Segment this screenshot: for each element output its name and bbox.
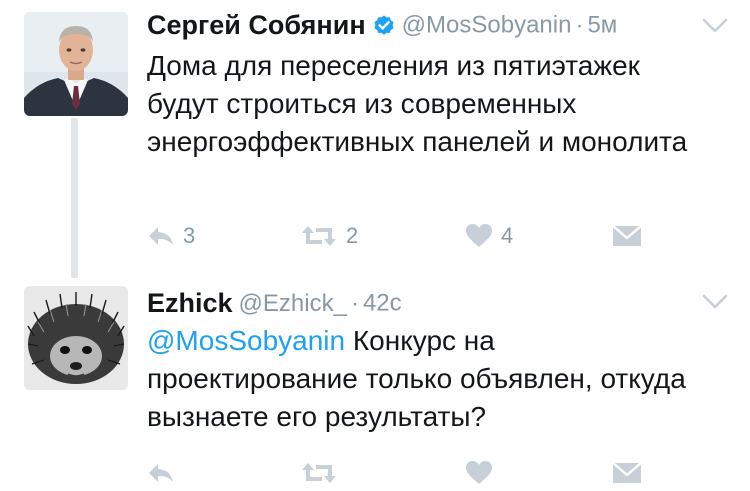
author-handle[interactable]: @Ezhick_ (239, 290, 347, 317)
envelope-icon (612, 225, 642, 246)
like-count: 4 (501, 223, 514, 248)
direct-message-button[interactable] (612, 218, 642, 254)
retweet-icon (302, 463, 336, 483)
chevron-down-icon[interactable] (702, 294, 728, 310)
like-button[interactable]: 4 (465, 218, 513, 254)
verified-badge-icon (374, 15, 394, 35)
avatar-ezhick[interactable] (24, 286, 128, 390)
separator-dot: · (575, 11, 584, 39)
retweet-icon (302, 226, 336, 246)
tweet-text: @MosSobyanin Конкурс на проектирование т… (147, 322, 690, 436)
reply-button[interactable]: 3 (147, 218, 195, 254)
retweet-button[interactable]: 2 (300, 218, 358, 254)
retweet-count: 2 (346, 223, 359, 248)
heart-icon (466, 224, 492, 247)
direct-message-button[interactable] (612, 455, 642, 491)
envelope-icon (612, 462, 642, 483)
author-name[interactable]: Ezhick (147, 288, 233, 318)
separator-dot: · (350, 289, 359, 317)
tweet-header: Ezhick @Ezhick_ · 42с (147, 288, 402, 319)
tweet-ezhick[interactable]: Ezhick @Ezhick_ · 42с @MosSobyanin Конкурс … (0, 280, 750, 490)
avatar-sobyanin[interactable] (24, 12, 128, 116)
tweet-text: Дома для переселения из пятиэтажек будут… (147, 50, 688, 157)
tweet-timestamp[interactable]: 42с (363, 290, 402, 317)
tweet-header: Сергей Собянин @MosSobyanin · 5м (147, 10, 617, 41)
like-button[interactable] (465, 455, 493, 491)
mention-link[interactable]: @MosSobyanin (147, 325, 345, 356)
tweet-actions: 3 2 4 (147, 218, 667, 254)
reply-icon (149, 227, 173, 245)
thread-connector-line (71, 118, 78, 278)
tweet-sobyanin[interactable]: Сергей Собянин @MosSobyanin · 5м Дома для … (0, 0, 750, 278)
author-name[interactable]: Сергей Собянин (147, 10, 366, 40)
reply-icon (149, 464, 173, 482)
reply-button[interactable] (147, 455, 175, 491)
author-handle[interactable]: @MosSobyanin (402, 12, 572, 39)
tweet-actions (147, 455, 667, 491)
reply-count: 3 (183, 223, 196, 248)
chevron-down-icon[interactable] (702, 18, 728, 34)
heart-icon (466, 461, 492, 484)
retweet-button[interactable] (300, 455, 338, 491)
tweet-timestamp[interactable]: 5м (587, 12, 617, 39)
